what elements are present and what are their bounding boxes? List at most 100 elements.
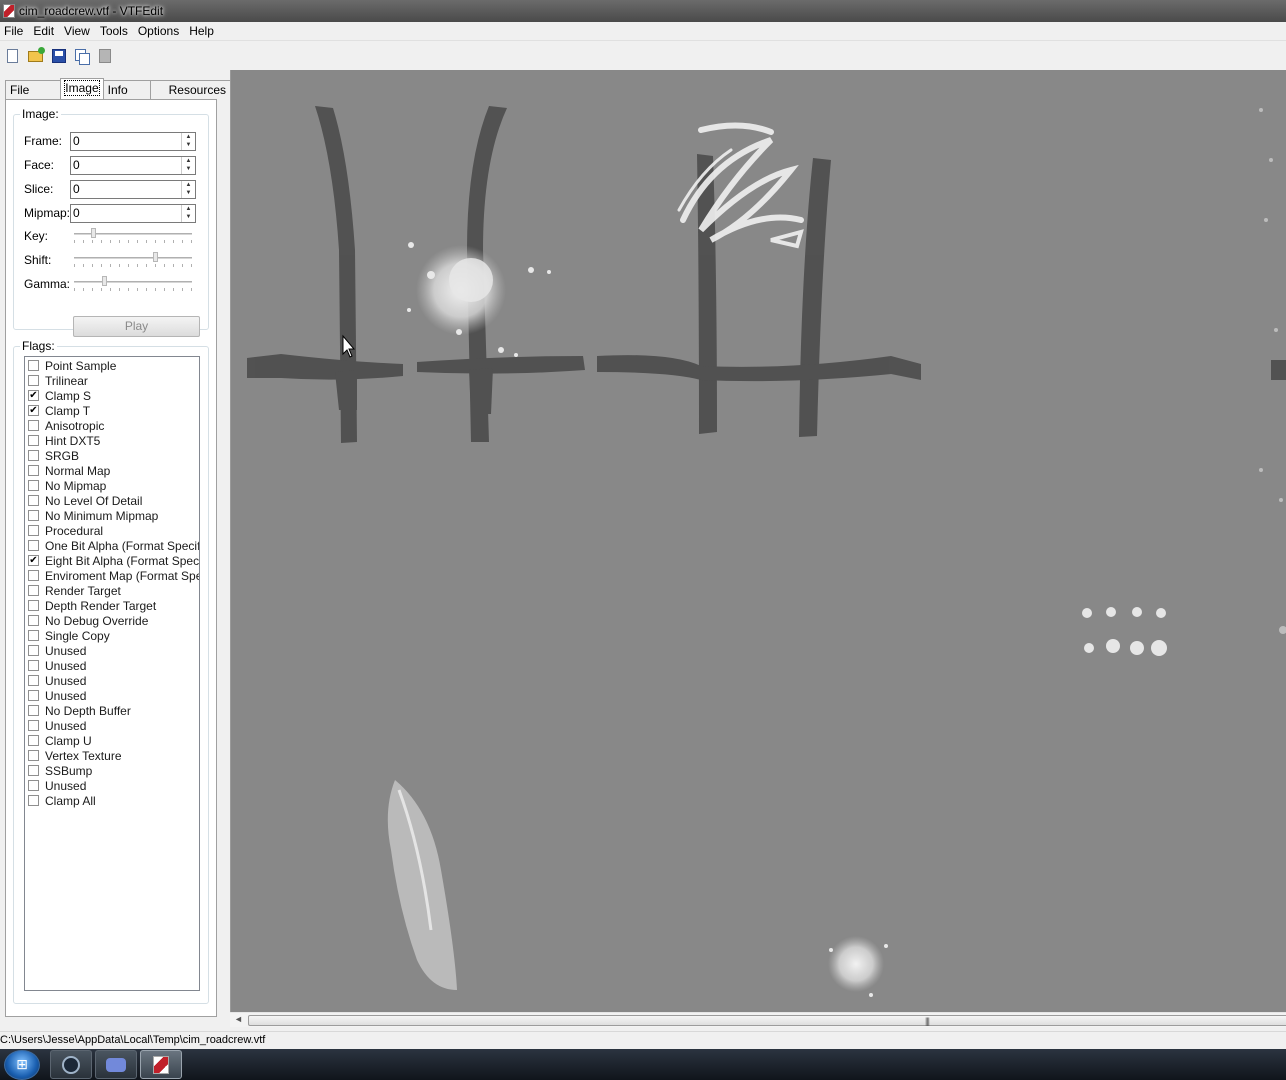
taskbar-vtfedit[interactable] <box>140 1050 182 1079</box>
spin-down-icon[interactable]: ▼ <box>182 165 195 174</box>
mipmap-value[interactable]: 0 <box>71 205 181 222</box>
frame-value[interactable]: 0 <box>71 133 181 150</box>
flag-checkbox[interactable] <box>28 375 39 386</box>
menu-options[interactable]: Options <box>134 22 185 41</box>
tab-image[interactable]: Image <box>60 78 104 99</box>
flag-item[interactable]: No Mipmap <box>25 478 199 493</box>
flag-item[interactable]: Normal Map <box>25 463 199 478</box>
spin-up-icon[interactable]: ▲ <box>182 157 195 166</box>
flag-item[interactable]: Unused <box>25 673 199 688</box>
taskbar-discord[interactable] <box>95 1050 137 1079</box>
flag-checkbox[interactable] <box>28 600 39 611</box>
flag-checkbox[interactable] <box>28 450 39 461</box>
flag-checkbox[interactable] <box>28 795 39 806</box>
flag-item[interactable]: Depth Render Target <box>25 598 199 613</box>
spin-up-icon[interactable]: ▲ <box>182 133 195 142</box>
flag-checkbox[interactable] <box>28 735 39 746</box>
flag-checkbox[interactable] <box>28 570 39 581</box>
flag-item[interactable]: Vertex Texture <box>25 748 199 763</box>
flag-checkbox[interactable] <box>28 630 39 641</box>
flag-checkbox[interactable] <box>28 660 39 671</box>
flag-item[interactable]: Point Sample <box>25 358 199 373</box>
face-value[interactable]: 0 <box>71 157 181 174</box>
spin-down-icon[interactable]: ▼ <box>182 141 195 150</box>
menu-view[interactable]: View <box>60 22 96 41</box>
paste-button[interactable] <box>93 45 116 67</box>
flag-checkbox[interactable] <box>28 495 39 506</box>
flag-checkbox[interactable] <box>28 540 39 551</box>
flag-item[interactable]: Unused <box>25 658 199 673</box>
flag-checkbox[interactable]: ✔ <box>28 555 39 566</box>
flag-item[interactable]: Unused <box>25 718 199 733</box>
taskbar-steam[interactable] <box>50 1050 92 1079</box>
spin-up-icon[interactable]: ▲ <box>182 181 195 190</box>
flag-item[interactable]: Trilinear <box>25 373 199 388</box>
flag-item[interactable]: Unused <box>25 643 199 658</box>
scrollbar-thumb[interactable]: ||| <box>248 1015 1286 1026</box>
key-slider[interactable] <box>74 227 192 245</box>
flag-item[interactable]: Anisotropic <box>25 418 199 433</box>
face-spinner[interactable]: 0 ▲ ▼ <box>70 155 196 175</box>
shift-slider-thumb[interactable] <box>153 252 158 262</box>
flag-item[interactable]: No Depth Buffer <box>25 703 199 718</box>
flag-checkbox[interactable] <box>28 645 39 656</box>
flag-item[interactable]: Clamp All <box>25 793 199 808</box>
flag-item[interactable]: Unused <box>25 778 199 793</box>
flag-checkbox[interactable]: ✔ <box>28 390 39 401</box>
slice-spinner[interactable]: 0 ▲ ▼ <box>70 179 196 199</box>
menu-help[interactable]: Help <box>185 22 220 41</box>
flag-item[interactable]: Enviroment Map (Format Spe <box>25 568 199 583</box>
menu-tools[interactable]: Tools <box>96 22 134 41</box>
flag-checkbox[interactable] <box>28 360 39 371</box>
image-viewport[interactable] <box>230 70 1286 1012</box>
tab-resources[interactable]: Resources <box>149 80 231 99</box>
key-slider-thumb[interactable] <box>91 228 96 238</box>
slice-value[interactable]: 0 <box>71 181 181 198</box>
scroll-left-icon[interactable]: ◄ <box>234 1014 243 1024</box>
frame-spinner[interactable]: 0 ▲ ▼ <box>70 131 196 151</box>
flag-checkbox[interactable] <box>28 720 39 731</box>
flag-checkbox[interactable] <box>28 705 39 716</box>
flag-item[interactable]: No Minimum Mipmap <box>25 508 199 523</box>
gamma-slider-thumb[interactable] <box>102 276 107 286</box>
spin-down-icon[interactable]: ▼ <box>182 213 195 222</box>
flag-checkbox[interactable] <box>28 675 39 686</box>
flag-checkbox[interactable] <box>28 465 39 476</box>
save-button[interactable] <box>47 45 70 67</box>
flag-checkbox[interactable] <box>28 525 39 536</box>
flag-item[interactable]: SSBump <box>25 763 199 778</box>
flag-item[interactable]: Single Copy <box>25 628 199 643</box>
spin-up-icon[interactable]: ▲ <box>182 205 195 214</box>
menu-edit[interactable]: Edit <box>29 22 60 41</box>
flag-checkbox[interactable]: ✔ <box>28 405 39 416</box>
open-button[interactable] <box>24 45 47 67</box>
flag-item[interactable]: One Bit Alpha (Format Specifi <box>25 538 199 553</box>
flag-item[interactable]: Render Target <box>25 583 199 598</box>
flag-checkbox[interactable] <box>28 765 39 776</box>
menu-file[interactable]: File <box>0 22 29 41</box>
play-button[interactable]: Play <box>73 316 200 337</box>
copy-button[interactable] <box>70 45 93 67</box>
shift-slider[interactable] <box>74 251 192 269</box>
start-button[interactable]: ⊞ <box>4 1049 40 1080</box>
tab-info[interactable]: Info <box>102 80 151 99</box>
flag-checkbox[interactable] <box>28 480 39 491</box>
flag-item[interactable]: Unused <box>25 688 199 703</box>
flag-checkbox[interactable] <box>28 420 39 431</box>
flag-checkbox[interactable] <box>28 615 39 626</box>
spin-down-icon[interactable]: ▼ <box>182 189 195 198</box>
mipmap-spinner[interactable]: 0 ▲ ▼ <box>70 203 196 223</box>
gamma-slider[interactable] <box>74 275 192 293</box>
flag-item[interactable]: No Level Of Detail <box>25 493 199 508</box>
flag-item[interactable]: ✔ Eight Bit Alpha (Format Specif <box>25 553 199 568</box>
flag-item[interactable]: No Debug Override <box>25 613 199 628</box>
flag-item[interactable]: Hint DXT5 <box>25 433 199 448</box>
flag-checkbox[interactable] <box>28 435 39 446</box>
horizontal-scrollbar[interactable]: ◄ ||| <box>230 1012 1286 1027</box>
flag-item[interactable]: Clamp U <box>25 733 199 748</box>
flag-checkbox[interactable] <box>28 750 39 761</box>
flag-checkbox[interactable] <box>28 690 39 701</box>
flag-item[interactable]: ✔ Clamp T <box>25 403 199 418</box>
flag-item[interactable]: Procedural <box>25 523 199 538</box>
flag-checkbox[interactable] <box>28 780 39 791</box>
